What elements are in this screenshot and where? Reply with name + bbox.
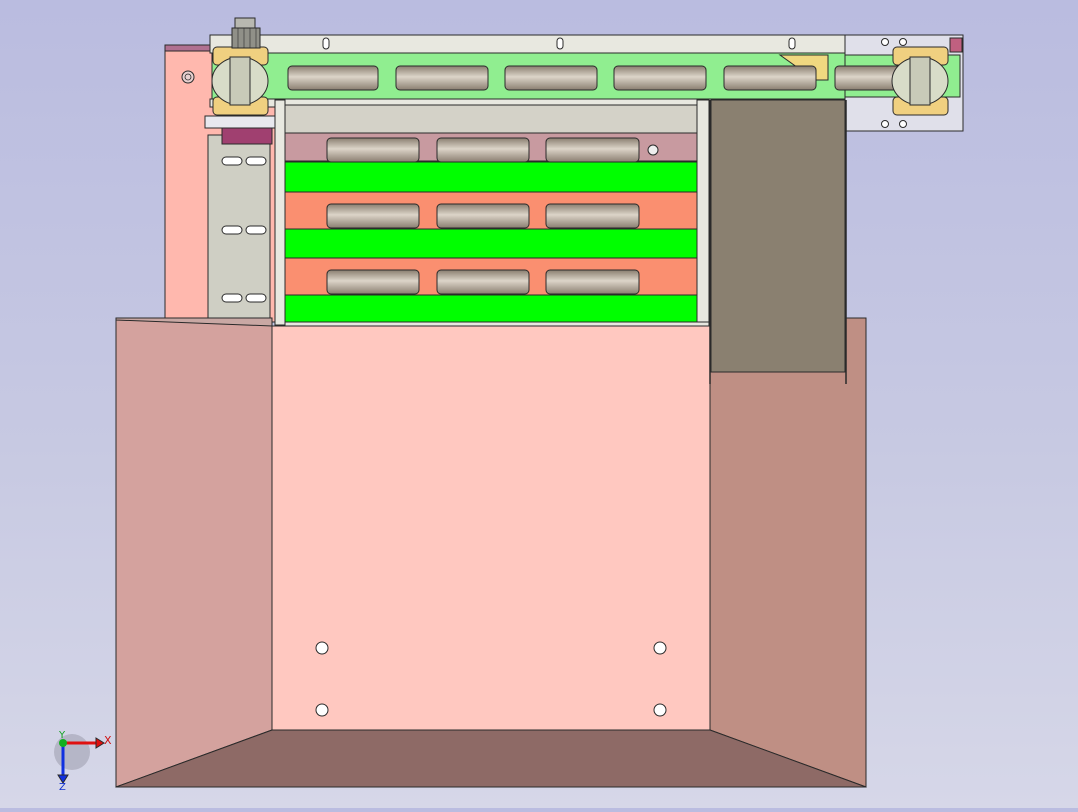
green-shelf	[284, 228, 698, 259]
rail-slot	[322, 37, 330, 50]
conveyor-roller	[723, 65, 817, 91]
bin-right-wall	[709, 317, 867, 788]
rear-frame-top-block	[164, 44, 214, 52]
conveyor-roller	[613, 65, 707, 91]
rack-screw-icon	[647, 144, 659, 156]
collection-bin	[115, 317, 867, 788]
rack-top-cover	[284, 104, 698, 134]
drive-coupling-body	[221, 127, 273, 145]
rail-slot	[788, 37, 796, 50]
slotted-bracket	[207, 134, 271, 326]
rack-left-post	[274, 99, 286, 326]
right-end-bolt-icon	[899, 120, 907, 128]
bracket-slot	[245, 156, 267, 166]
bin-mount-hole-icon	[653, 641, 667, 655]
rack-roller	[436, 269, 530, 295]
triad-z-label: Z	[59, 782, 66, 793]
bracket-slot	[245, 293, 267, 303]
rack-roller	[436, 203, 530, 229]
right-end-bolt-icon	[881, 38, 889, 46]
side-guard	[709, 99, 847, 384]
orientation-triad[interactable]: X Y Z	[54, 730, 112, 793]
rack-roller	[545, 203, 640, 229]
green-shelf	[284, 294, 698, 324]
rack-roller	[545, 269, 640, 295]
left-pulley	[211, 46, 269, 116]
conveyor-roller	[395, 65, 489, 91]
right-end-cap	[949, 37, 963, 53]
bin-mount-hole-icon	[315, 641, 329, 655]
conveyor-roller	[287, 65, 379, 91]
bin-mount-hole-icon	[315, 703, 329, 717]
right-end-bolt-icon	[899, 38, 907, 46]
rail-slot	[556, 37, 564, 50]
rack-roller	[545, 137, 640, 163]
triad-x-arrow-icon	[95, 737, 105, 749]
rack-roller	[326, 269, 420, 295]
conveyor-roller	[504, 65, 598, 91]
frame-screw-icon	[181, 70, 195, 84]
assembly-drawing: X Y Z	[54, 17, 964, 793]
side-guard-panel	[710, 99, 846, 373]
bin-mount-hole-icon	[653, 703, 667, 717]
right-pulley-hub	[909, 56, 931, 106]
rack-roller	[326, 203, 420, 229]
right-end-bolt-icon	[881, 120, 889, 128]
bracket-slot	[221, 293, 243, 303]
roller-rack	[274, 99, 710, 329]
green-shelf	[284, 161, 698, 193]
cad-viewport[interactable]: X Y Z	[0, 0, 1078, 808]
bin-back-wall	[271, 325, 711, 731]
motor-gear	[231, 17, 261, 49]
bracket-slot	[245, 225, 267, 235]
triad-y-label: Y	[58, 730, 66, 741]
rack-roller	[326, 137, 420, 163]
bin-left-wall	[115, 317, 273, 788]
rack-roller	[436, 137, 530, 163]
bracket-slot	[221, 225, 243, 235]
rack-right-post	[696, 99, 710, 326]
bracket-slot	[221, 156, 243, 166]
triad-x-label: X	[104, 734, 112, 747]
left-pulley-hub	[229, 56, 251, 106]
drive-coupling-shaft	[204, 115, 278, 129]
rack-rollers	[326, 137, 640, 295]
